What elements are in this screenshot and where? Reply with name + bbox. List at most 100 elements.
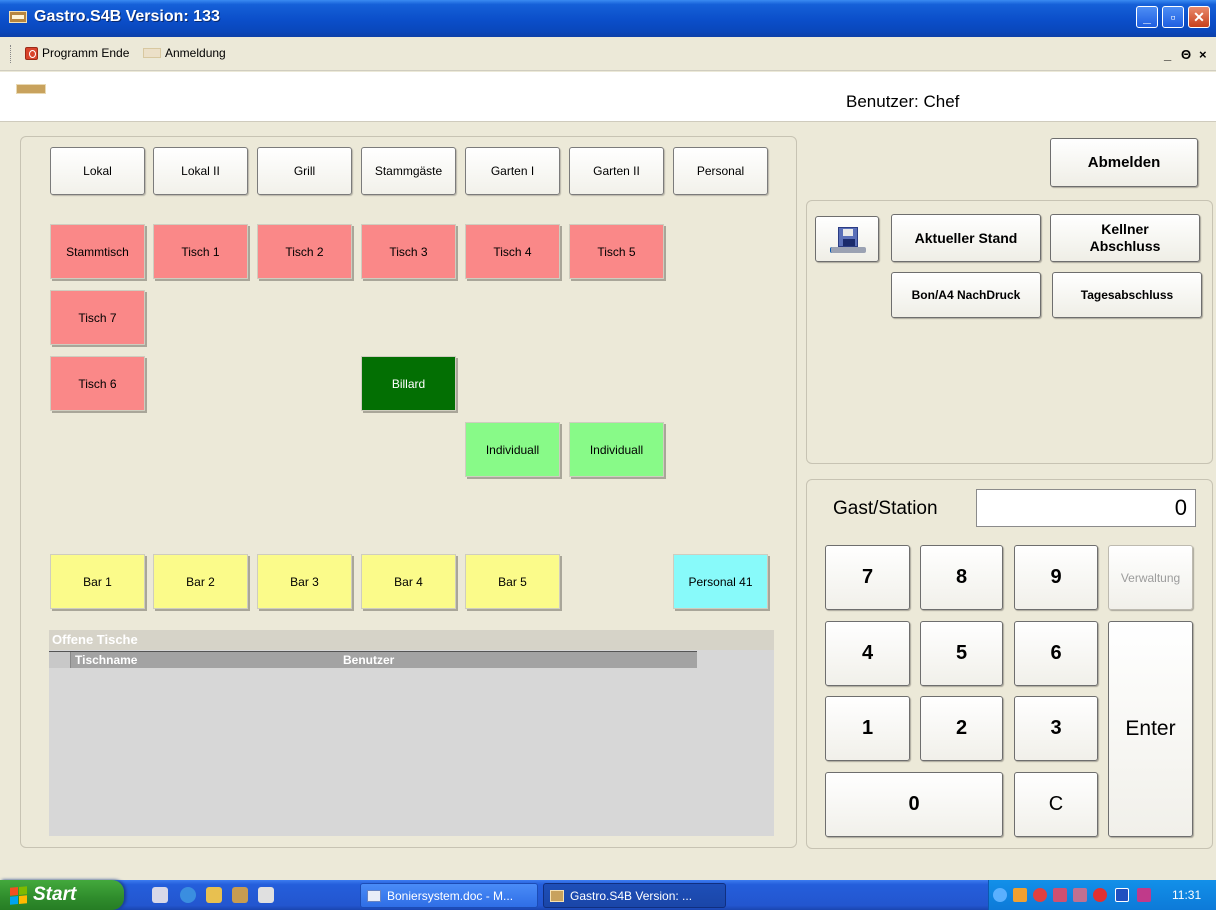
table-personal-41-button[interactable]: Personal 41 — [673, 554, 768, 609]
table-tisch-1-button[interactable]: Tisch 1 — [153, 224, 248, 279]
menu-anmeldung[interactable]: Anmeldung — [143, 46, 226, 60]
table-tisch-4-button[interactable]: Tisch 4 — [465, 224, 560, 279]
key-2-button[interactable]: 2 — [920, 696, 1003, 761]
table-bar-1-button[interactable]: Bar 1 — [50, 554, 145, 609]
station-input[interactable] — [976, 489, 1196, 527]
table-tisch-3-button[interactable]: Tisch 3 — [361, 224, 456, 279]
quicklaunch-desktop-icon[interactable] — [258, 887, 274, 903]
window-title: Gastro.S4B Version: 133 — [34, 8, 220, 25]
disk-printer-icon — [838, 227, 858, 247]
table-tisch-6-button[interactable]: Tisch 6 — [50, 356, 145, 411]
key-5-button[interactable]: 5 — [920, 621, 1003, 686]
windows-logo-icon — [10, 885, 27, 905]
menu-anmeldung-label: Anmeldung — [165, 46, 226, 60]
quicklaunch-app-icon[interactable] — [232, 887, 248, 903]
clock: 11:31 — [1172, 888, 1202, 902]
login-icon — [143, 48, 161, 58]
quicklaunch-ie-icon[interactable] — [180, 887, 196, 903]
title-bar[interactable]: Gastro.S4B Version: 133 _ ▫ ✕ — [0, 0, 1216, 37]
task-gastro-label: Gastro.S4B Version: ... — [570, 888, 693, 903]
gastro-app-icon — [550, 889, 564, 902]
key-9-button[interactable]: 9 — [1014, 545, 1098, 610]
day-close-button[interactable]: Tagesabschluss — [1052, 272, 1202, 318]
column-tischname[interactable]: Tischname — [75, 652, 137, 668]
tray-app-icon[interactable] — [1137, 888, 1151, 902]
power-icon — [25, 46, 38, 60]
task-gastro-s4b[interactable]: Gastro.S4B Version: ... — [543, 883, 726, 908]
table-bar-5-button[interactable]: Bar 5 — [465, 554, 560, 609]
tray-network-icon[interactable] — [1053, 888, 1067, 902]
quicklaunch-folder-icon[interactable] — [206, 887, 222, 903]
area-grill-button[interactable]: Grill — [257, 147, 352, 195]
area-lokal-button[interactable]: Lokal — [50, 147, 145, 195]
admin-button[interactable]: Verwaltung — [1108, 545, 1193, 610]
tray-sound-icon[interactable] — [1073, 888, 1087, 902]
area-personal-button[interactable]: Personal — [673, 147, 768, 195]
menu-programm-ende[interactable]: Programm Ende — [25, 46, 129, 60]
word-document-icon — [367, 889, 381, 902]
table-tisch-7-button[interactable]: Tisch 7 — [50, 290, 145, 345]
key-3-button[interactable]: 3 — [1014, 696, 1098, 761]
open-tables-grid: Offene Tische Tischname Benutzer — [49, 630, 774, 836]
key-8-button[interactable]: 8 — [920, 545, 1003, 610]
menu-programm-ende-label: Programm Ende — [42, 46, 130, 60]
tray-expand-icon[interactable] — [993, 888, 1007, 902]
open-tables-header: Tischname Benutzer — [49, 651, 697, 668]
key-4-button[interactable]: 4 — [825, 621, 910, 686]
table-stammtisch-button[interactable]: Stammtisch — [50, 224, 145, 279]
current-user-label: Benutzer: Chef — [846, 92, 960, 111]
tray-antivirus-icon[interactable] — [1093, 888, 1107, 902]
waiter-close-button[interactable]: Kellner Abschluss — [1050, 214, 1200, 262]
system-tray: 11:31 — [988, 880, 1216, 910]
maximize-button[interactable]: ▫ — [1162, 6, 1184, 28]
table-individuall-1-button[interactable]: Individuall — [465, 422, 560, 477]
app-window: Gastro.S4B Version: 133 _ ▫ ✕ Programm E… — [0, 0, 1216, 910]
quicklaunch-browser-icon[interactable] — [152, 887, 168, 903]
mdi-restore-button[interactable]: Θ — [1181, 47, 1191, 62]
row-header-cell — [49, 652, 71, 668]
key-7-button[interactable]: 7 — [825, 545, 910, 610]
reprint-button[interactable]: Bon/A4 NachDruck — [891, 272, 1041, 318]
start-label: Start — [33, 884, 77, 905]
table-bar-2-button[interactable]: Bar 2 — [153, 554, 248, 609]
taskbar: Start Boniersystem.doc - M... Gastro.S4B… — [0, 880, 1216, 910]
save-print-button[interactable] — [815, 216, 879, 262]
mdi-minimize-button[interactable]: _ — [1164, 47, 1171, 62]
area-lokal-ii-button[interactable]: Lokal II — [153, 147, 248, 195]
key-clear-button[interactable]: C — [1014, 772, 1098, 837]
printer-tray-icon — [830, 247, 866, 253]
table-tisch-5-button[interactable]: Tisch 5 — [569, 224, 664, 279]
open-tables-body[interactable] — [49, 668, 774, 836]
table-bar-3-button[interactable]: Bar 3 — [257, 554, 352, 609]
app-icon — [9, 11, 27, 23]
key-6-button[interactable]: 6 — [1014, 621, 1098, 686]
open-tables-title: Offene Tische — [49, 630, 774, 650]
task-boniersystem-doc[interactable]: Boniersystem.doc - M... — [360, 883, 538, 908]
menu-bar: Programm Ende Anmeldung _ Θ × — [0, 37, 1216, 71]
mdi-close-button[interactable]: × — [1199, 47, 1207, 62]
area-stammgaeste-button[interactable]: Stammgäste — [361, 147, 456, 195]
enter-button[interactable]: Enter — [1108, 621, 1193, 837]
minimize-button[interactable]: _ — [1136, 6, 1158, 28]
logout-button[interactable]: Abmelden — [1050, 138, 1198, 187]
header-band: Benutzer: Chef — [0, 72, 1216, 122]
column-benutzer[interactable]: Benutzer — [343, 652, 394, 668]
tray-monitor-icon[interactable] — [1115, 888, 1129, 902]
menu-grip — [10, 45, 13, 63]
table-bar-4-button[interactable]: Bar 4 — [361, 554, 456, 609]
area-garten-i-button[interactable]: Garten I — [465, 147, 560, 195]
current-status-button[interactable]: Aktueller Stand — [891, 214, 1041, 262]
tray-language-icon[interactable] — [1013, 888, 1027, 902]
key-1-button[interactable]: 1 — [825, 696, 910, 761]
task-boniersystem-label: Boniersystem.doc - M... — [387, 888, 514, 903]
station-label: Gast/Station — [833, 498, 938, 519]
tray-security-icon[interactable] — [1033, 888, 1047, 902]
start-button[interactable]: Start — [0, 880, 124, 910]
close-button[interactable]: ✕ — [1188, 6, 1210, 28]
logo-icon — [16, 84, 46, 94]
table-individuall-2-button[interactable]: Individuall — [569, 422, 664, 477]
table-billard-button[interactable]: Billard — [361, 356, 456, 411]
area-garten-ii-button[interactable]: Garten II — [569, 147, 664, 195]
table-tisch-2-button[interactable]: Tisch 2 — [257, 224, 352, 279]
key-0-button[interactable]: 0 — [825, 772, 1003, 837]
